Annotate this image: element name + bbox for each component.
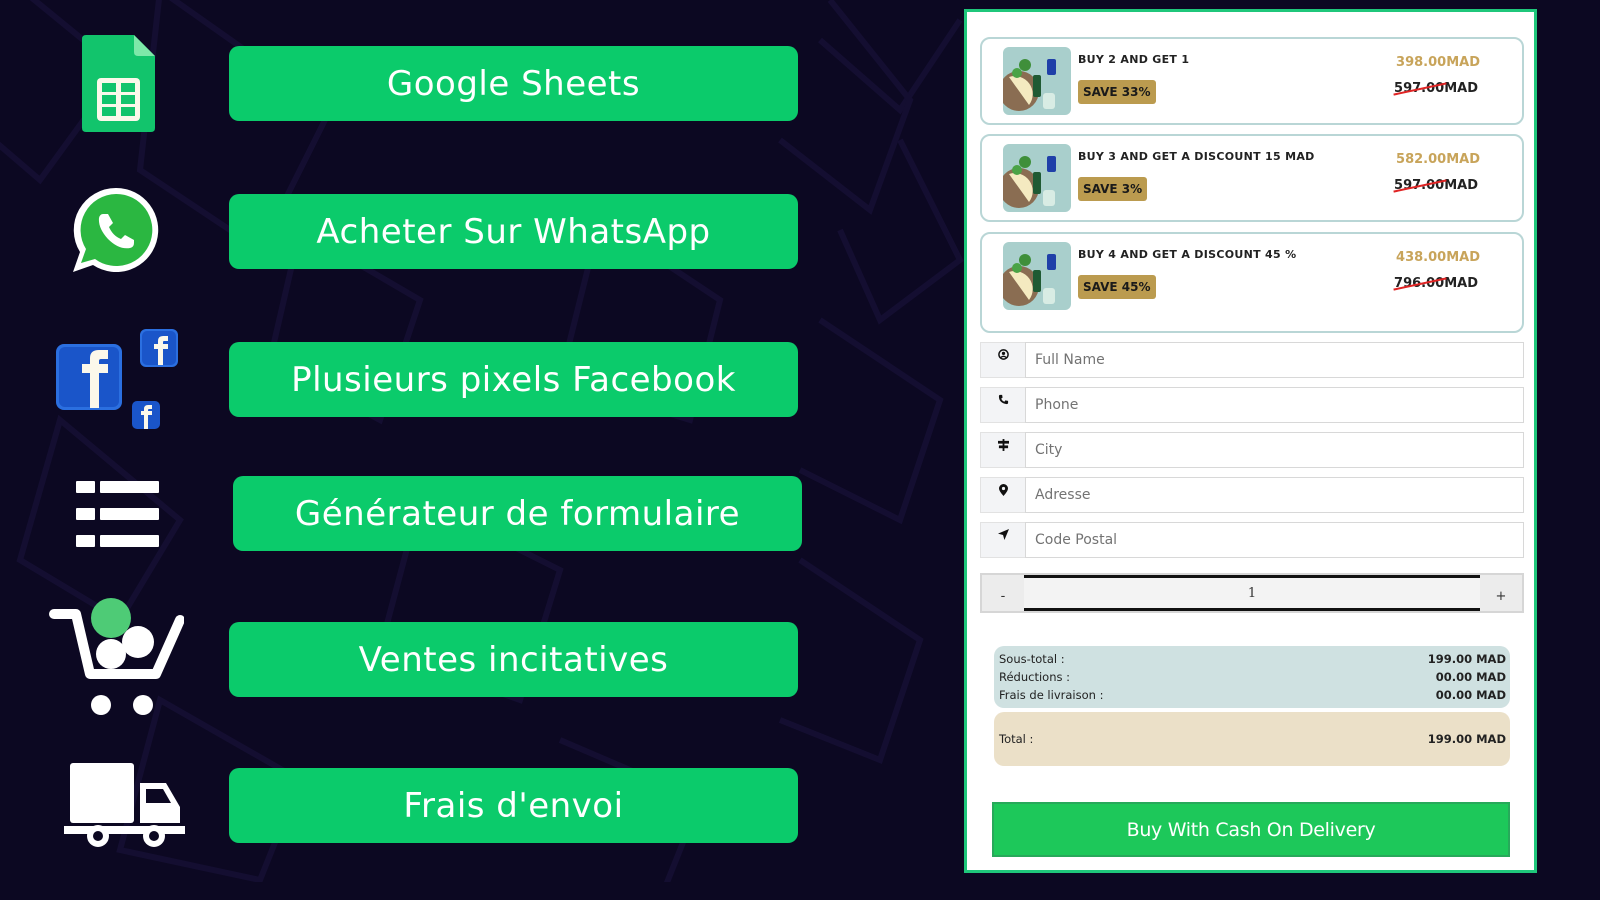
quantity-increase-button[interactable]: + [1480, 575, 1522, 611]
save-badge: SAVE 3% [1078, 177, 1148, 201]
location-arrow-icon [980, 522, 1025, 558]
city-field [980, 432, 1524, 468]
offer-price: 582.00MAD [1396, 152, 1480, 167]
offer-title: BUY 4 AND GET A DISCOUNT 45 % [1078, 248, 1297, 261]
feature-button-upsells[interactable]: Ventes incitatives [229, 622, 798, 697]
shipping-value: 00.00 MAD [1435, 688, 1506, 702]
offer-option[interactable]: BUY 3 AND GET A DISCOUNT 15 MAD SAVE 3% … [980, 134, 1524, 222]
discount-label: Réductions : [999, 670, 1071, 684]
old-price-number: 796.00 [1394, 276, 1445, 291]
upsell-cart-icon [49, 598, 184, 715]
postal-code-field [980, 522, 1524, 558]
form-list-icon [76, 481, 159, 547]
shipping-label: Frais de livraison : [999, 688, 1104, 702]
old-price-number: 597.00 [1394, 81, 1445, 96]
offer-old-price: 597.00MAD [1394, 81, 1478, 96]
feature-button-facebook-pixels[interactable]: Plusieurs pixels Facebook [229, 342, 798, 417]
whatsapp-icon [73, 187, 159, 272]
google-sheets-icon [82, 35, 155, 132]
discount-value: 00.00 MAD [1435, 670, 1506, 684]
save-badge: SAVE 45% [1078, 275, 1156, 299]
facebook-pixels-icon [56, 329, 178, 429]
order-summary: Sous-total : 199.00 MAD Réductions : 00.… [994, 646, 1510, 708]
offer-price: 398.00MAD [1396, 55, 1480, 70]
offer-price: 438.00MAD [1396, 250, 1480, 265]
save-badge: SAVE 33% [1078, 80, 1156, 104]
full-name-field [980, 342, 1524, 378]
feature-button-google-sheets[interactable]: Google Sheets [229, 46, 798, 121]
product-thumbnail [1003, 242, 1071, 310]
postal-code-input[interactable] [1025, 522, 1524, 558]
buy-cash-on-delivery-button[interactable]: Buy With Cash On Delivery [992, 802, 1510, 857]
offer-old-price: 597.00MAD [1394, 178, 1478, 193]
address-field [980, 477, 1524, 513]
offer-option[interactable]: BUY 4 AND GET A DISCOUNT 45 % SAVE 45% 4… [980, 232, 1524, 333]
product-thumbnail [1003, 47, 1071, 115]
city-input[interactable] [1025, 432, 1524, 468]
quantity-value[interactable]: 1 [1024, 575, 1480, 611]
old-price-currency: MAD [1444, 276, 1478, 291]
total-value: 199.00 MAD [1427, 732, 1506, 746]
order-total: Total : 199.00 MAD [994, 712, 1510, 766]
checkout-form-panel: BUY 2 AND GET 1 SAVE 33% 398.00MAD 597.0… [964, 9, 1537, 873]
offer-title: BUY 2 AND GET 1 [1078, 53, 1190, 66]
subtotal-label: Sous-total : [999, 652, 1065, 666]
offer-old-price: 796.00MAD [1394, 276, 1478, 291]
map-pin-icon [980, 477, 1025, 513]
phone-input[interactable] [1025, 387, 1524, 423]
quantity-decrease-button[interactable]: - [982, 575, 1024, 611]
delivery-truck-icon [64, 763, 185, 847]
feature-button-form-builder[interactable]: Générateur de formulaire [233, 476, 802, 551]
phone-icon [980, 387, 1025, 423]
feature-button-shipping[interactable]: Frais d'envoi [229, 768, 798, 843]
discount-row: Réductions : 00.00 MAD [999, 670, 1506, 688]
signpost-icon [980, 432, 1025, 468]
offer-title: BUY 3 AND GET A DISCOUNT 15 MAD [1078, 150, 1315, 163]
phone-field [980, 387, 1524, 423]
product-thumbnail [1003, 144, 1071, 212]
full-name-input[interactable] [1025, 342, 1524, 378]
address-input[interactable] [1025, 477, 1524, 513]
user-icon [980, 342, 1025, 378]
feature-button-whatsapp[interactable]: Acheter Sur WhatsApp [229, 194, 798, 269]
subtotal-value: 199.00 MAD [1427, 652, 1506, 666]
subtotal-row: Sous-total : 199.00 MAD [999, 652, 1506, 670]
offer-option[interactable]: BUY 2 AND GET 1 SAVE 33% 398.00MAD 597.0… [980, 37, 1524, 125]
old-price-currency: MAD [1444, 81, 1478, 96]
shipping-row: Frais de livraison : 00.00 MAD [999, 688, 1506, 706]
old-price-number: 597.00 [1394, 178, 1445, 193]
old-price-currency: MAD [1444, 178, 1478, 193]
quantity-stepper: - 1 + [980, 573, 1524, 613]
total-label: Total : [999, 732, 1034, 746]
